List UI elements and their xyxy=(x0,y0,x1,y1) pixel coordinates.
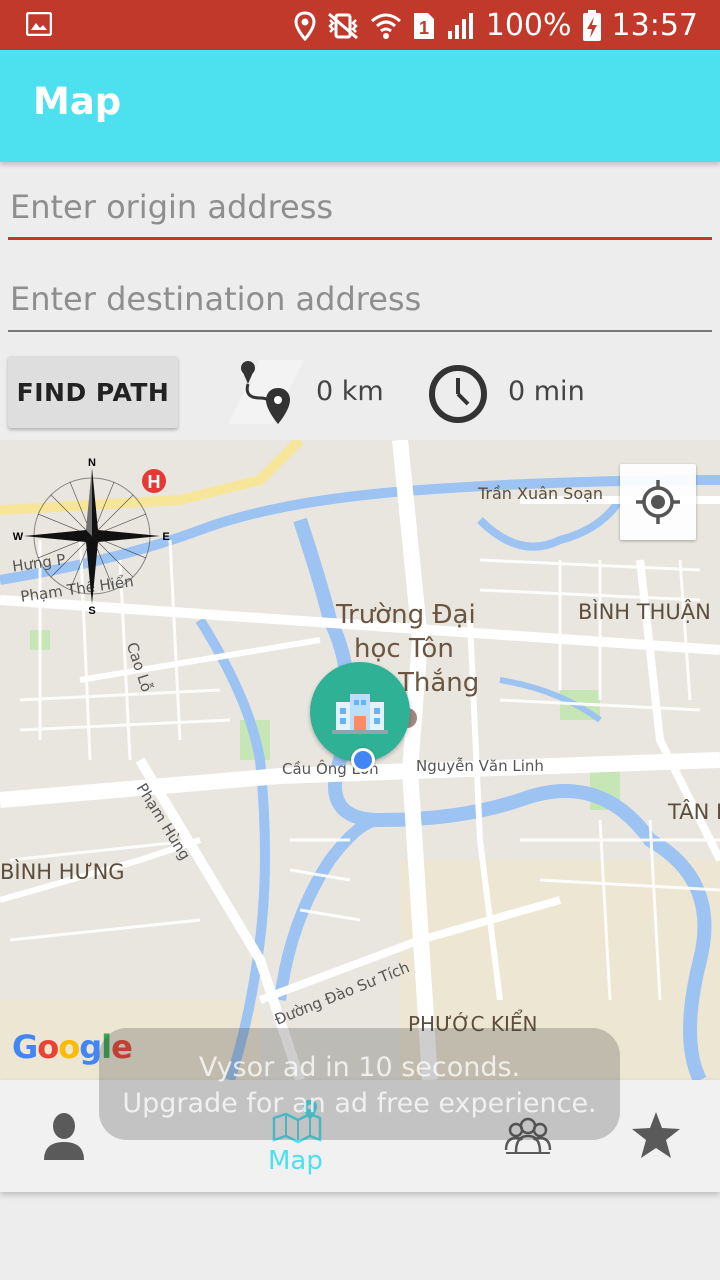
signal-icon xyxy=(447,13,473,39)
wifi-icon xyxy=(370,13,401,39)
map-label: Trần Xuân Soạn xyxy=(478,484,604,503)
toast-line-2: Upgrade for an ad free experience. xyxy=(122,1088,597,1119)
battery-percent: 100% xyxy=(485,8,572,43)
star-icon xyxy=(632,1112,680,1158)
crosshair-icon xyxy=(636,480,680,524)
map-view[interactable]: H Trần Xuân Soạn BÌNH THUẬN Trường Đại h… xyxy=(0,440,720,1080)
svg-text:1: 1 xyxy=(419,18,429,38)
map-label: Thắng xyxy=(398,668,480,698)
map-label: BÌNH HƯNG xyxy=(0,860,125,884)
status-icons: 1 100% 13:57 xyxy=(294,6,698,46)
school-place-marker[interactable] xyxy=(310,662,410,762)
map-label: học Tôn xyxy=(354,634,454,664)
compass-icon: N S E W xyxy=(13,457,170,617)
nav-item-favorites[interactable] xyxy=(610,1080,720,1192)
destination-address-input[interactable] xyxy=(8,268,712,332)
compass-north: N xyxy=(88,457,96,469)
distance-value: 0 km xyxy=(316,376,384,407)
map-label: TÂN P xyxy=(668,800,720,824)
route-icon xyxy=(228,360,304,424)
duration-value: 0 min xyxy=(508,376,585,407)
page-title: Map xyxy=(33,80,122,123)
location-icon xyxy=(294,11,316,41)
image-notification-icon xyxy=(26,12,52,36)
my-location-button[interactable] xyxy=(620,464,696,540)
current-location-dot xyxy=(351,748,375,772)
ad-toast: Vysor ad in 10 seconds. Upgrade for an a… xyxy=(99,1028,620,1140)
compass-east: E xyxy=(162,531,169,543)
clock-icon xyxy=(429,365,487,423)
origin-address-input[interactable] xyxy=(8,176,712,240)
find-path-button[interactable]: FIND PATH xyxy=(8,356,178,428)
sim-icon: 1 xyxy=(413,13,434,39)
compass-south: S xyxy=(88,605,95,617)
person-icon xyxy=(44,1113,84,1160)
status-bar: 1 100% 13:57 xyxy=(0,0,720,50)
nav-label-map: Map xyxy=(268,1146,323,1176)
compass-west: W xyxy=(13,531,24,543)
vibrate-icon xyxy=(327,12,358,40)
map-label: Trường Đại xyxy=(336,600,476,630)
battery-charging-icon xyxy=(582,10,601,41)
school-building-icon xyxy=(332,694,388,734)
app-bar: Map xyxy=(0,50,720,162)
map-label: Nguyễn Văn Linh xyxy=(416,757,544,775)
toast-line-1: Vysor ad in 10 seconds. xyxy=(198,1052,521,1083)
map-label: BÌNH THUẬN xyxy=(578,600,711,624)
clock-time: 13:57 xyxy=(611,8,698,43)
